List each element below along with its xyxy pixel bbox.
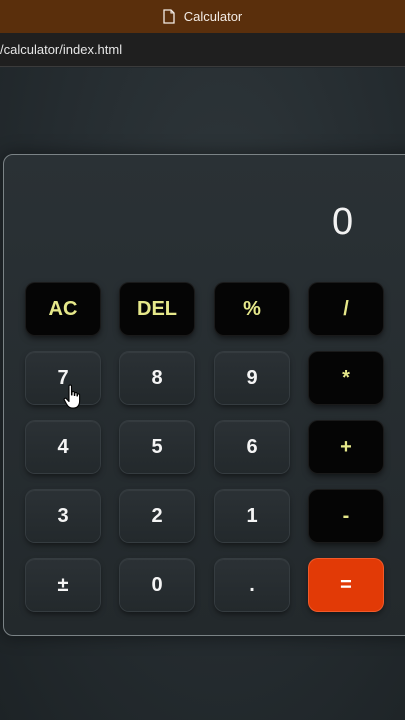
- window-titlebar: Calculator: [0, 0, 405, 33]
- file-icon: [163, 9, 175, 24]
- minus-button[interactable]: -: [309, 490, 383, 542]
- digit-9-button[interactable]: 9: [215, 352, 289, 404]
- address-url[interactable]: /calculator/index.html: [0, 42, 122, 57]
- window-title: Calculator: [183, 9, 243, 24]
- multiply-button[interactable]: *: [309, 352, 383, 404]
- digit-3-button[interactable]: 3: [26, 490, 100, 542]
- equals-button[interactable]: =: [309, 559, 383, 611]
- address-bar[interactable]: /calculator/index.html: [0, 33, 405, 67]
- digit-4-button[interactable]: 4: [26, 421, 100, 473]
- delete-button[interactable]: DEL: [120, 283, 194, 335]
- plus-minus-button[interactable]: ±: [26, 559, 100, 611]
- digit-1-button[interactable]: 1: [215, 490, 289, 542]
- hand-cursor-icon: [63, 384, 83, 410]
- plus-button[interactable]: +: [309, 421, 383, 473]
- digit-5-button[interactable]: 5: [120, 421, 194, 473]
- digit-8-button[interactable]: 8: [120, 352, 194, 404]
- digit-2-button[interactable]: 2: [120, 490, 194, 542]
- percent-button[interactable]: %: [215, 283, 289, 335]
- ac-button[interactable]: AC: [26, 283, 100, 335]
- divide-button[interactable]: /: [309, 283, 383, 335]
- calculator-display: 0: [4, 155, 405, 275]
- digit-0-button[interactable]: 0: [120, 559, 194, 611]
- digit-6-button[interactable]: 6: [215, 421, 289, 473]
- display-value: 0: [332, 201, 355, 243]
- decimal-button[interactable]: .: [215, 559, 289, 611]
